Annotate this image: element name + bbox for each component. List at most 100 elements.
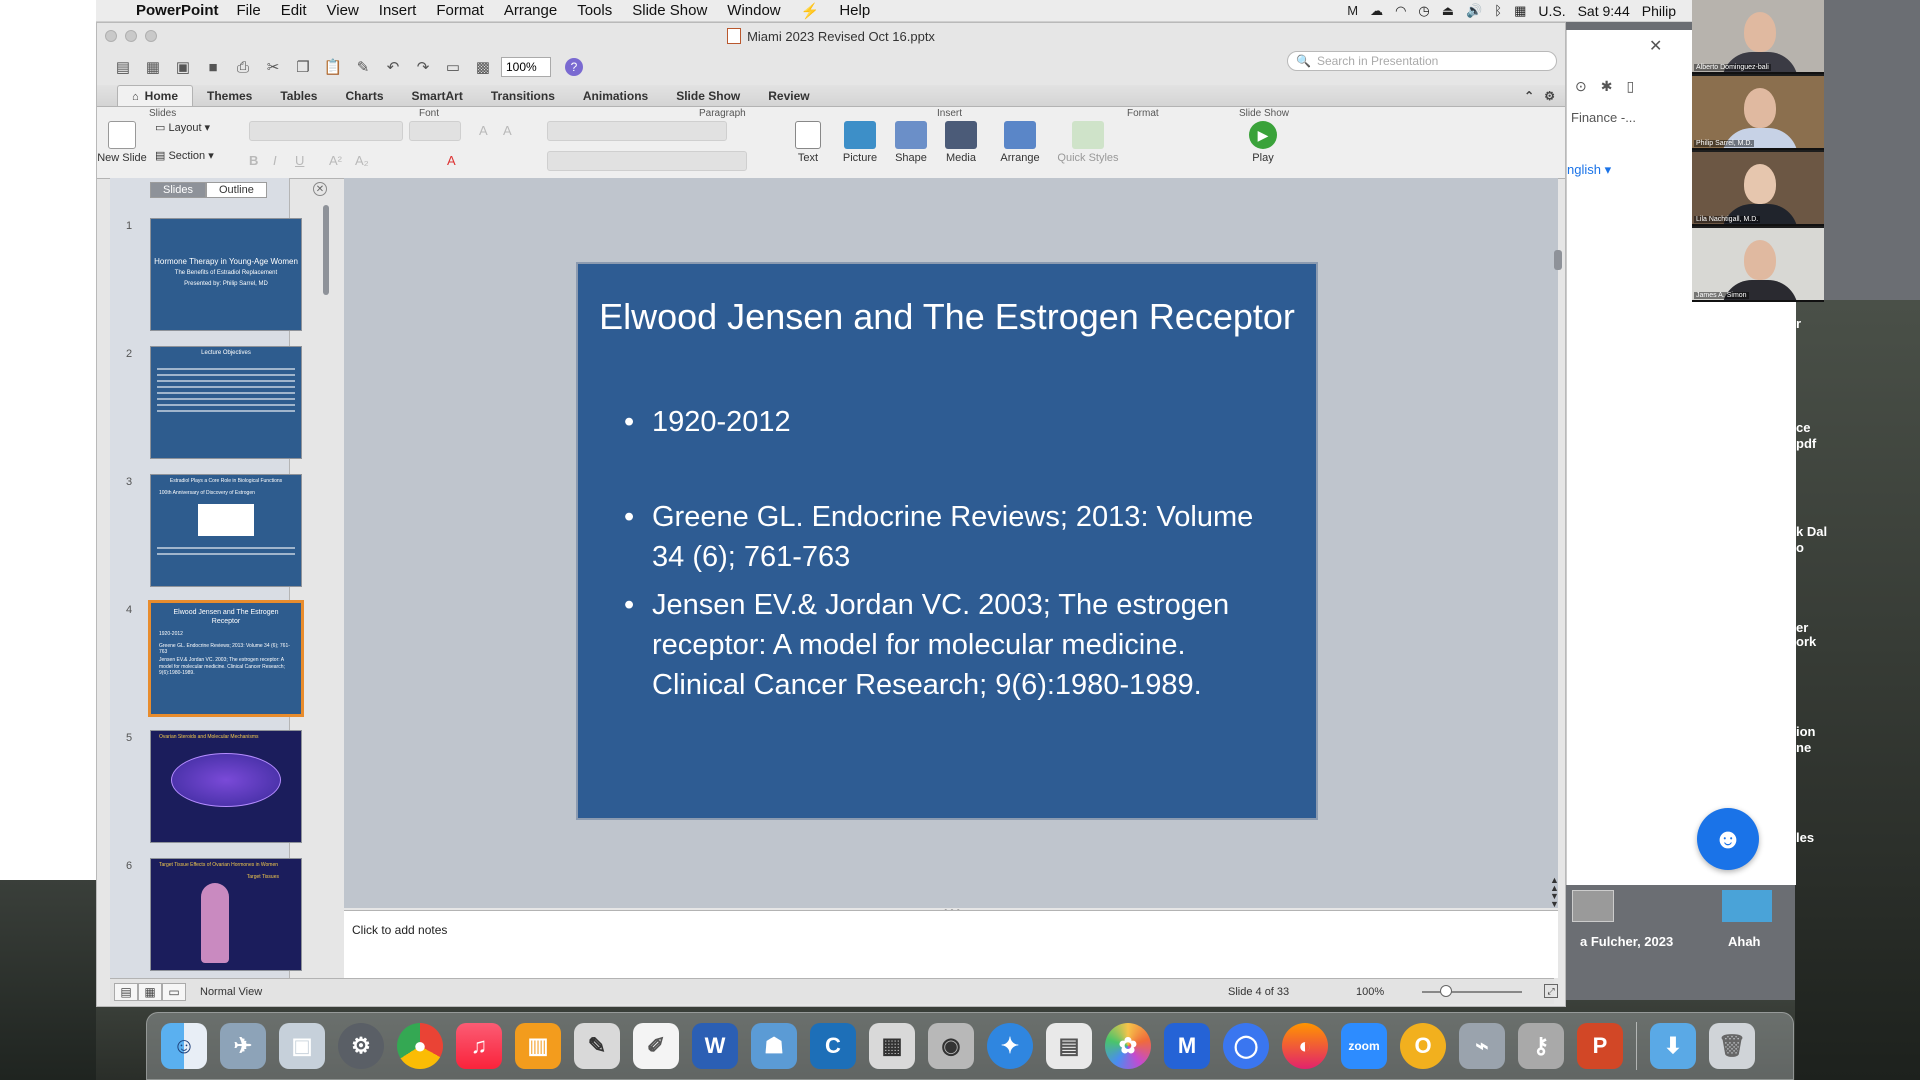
normal-view-icon[interactable]: ▤	[114, 982, 138, 1001]
eject-icon[interactable]: ⏏	[1442, 3, 1454, 19]
app-menu[interactable]: PowerPoint	[136, 2, 219, 19]
font-color-icon[interactable]: A	[447, 153, 456, 168]
menu-format[interactable]: Format	[436, 2, 484, 19]
calendar-preview-icon[interactable]: ▤	[1046, 1023, 1092, 1069]
ribbon-settings-icon[interactable]: ⚙	[1544, 89, 1555, 103]
tab-themes[interactable]: Themes	[193, 86, 266, 106]
finance-bookmark[interactable]: Finance -...	[1571, 110, 1636, 125]
menu-slide-show[interactable]: Slide Show	[632, 2, 707, 19]
alignment-toolbar[interactable]	[547, 151, 747, 171]
downloads-folder-icon[interactable]: ⬇	[1650, 1023, 1696, 1069]
tab-outline[interactable]: Outline	[205, 182, 267, 198]
desktop-file-label[interactable]: a Fulcher, 2023	[1580, 934, 1673, 949]
media-button[interactable]: Media	[939, 121, 983, 164]
templates-icon[interactable]: ▦	[141, 55, 165, 79]
menu-window[interactable]: Window	[727, 2, 780, 19]
tab-charts[interactable]: Charts	[331, 86, 397, 106]
print-icon[interactable]: ⎙	[231, 55, 255, 79]
extensions-icon[interactable]: ✱	[1601, 78, 1613, 95]
network-utility-icon[interactable]: ⌁	[1459, 1023, 1505, 1069]
keychain-icon[interactable]: ⚷	[1518, 1023, 1564, 1069]
slide-thumbnail-4[interactable]: Elwood Jensen and The Estrogen Receptor …	[148, 600, 304, 717]
participant-tile[interactable]: Alberto Dominguez-bali	[1692, 0, 1824, 74]
picture-button[interactable]: Picture	[835, 121, 885, 164]
menu-file[interactable]: File	[237, 2, 261, 19]
powerpoint-icon[interactable]: P	[1577, 1023, 1623, 1069]
assistant-icon[interactable]: ☻	[1697, 808, 1759, 870]
slide-title[interactable]: Elwood Jensen and The Estrogen Receptor	[598, 292, 1296, 342]
books-icon[interactable]: ▥	[515, 1023, 561, 1069]
trash-icon[interactable]: 🗑	[1709, 1023, 1755, 1069]
zoom-window-button[interactable]	[145, 30, 157, 42]
zoom-select[interactable]: 100%	[501, 57, 551, 77]
text-button[interactable]: Text	[787, 121, 829, 164]
participant-tile[interactable]: Lila Nachtigall, M.D.	[1692, 152, 1824, 226]
save-icon[interactable]: ■	[201, 55, 225, 79]
subscript-icon[interactable]: A₂	[355, 153, 369, 168]
slide-thumbnail-5[interactable]: Ovarian Steroids and Molecular Mechanism…	[150, 730, 302, 843]
preview-icon[interactable]: ▣	[279, 1023, 325, 1069]
tab-slides[interactable]: Slides	[150, 182, 206, 198]
word-icon[interactable]: W	[692, 1023, 738, 1069]
fit-to-window-icon[interactable]: ⤢	[1544, 984, 1558, 998]
volume-icon[interactable]: 🔊	[1466, 3, 1482, 19]
current-slide[interactable]: Elwood Jensen and The Estrogen Receptor …	[576, 262, 1318, 820]
slide-thumbnail-6[interactable]: Target Tissue Effects of Ovarian Hormone…	[150, 858, 302, 971]
music-icon[interactable]: ♫	[456, 1023, 502, 1069]
new-slide-button[interactable]: New Slide	[97, 121, 147, 164]
desktop-file-icon[interactable]	[1572, 890, 1614, 922]
sidebar-icon[interactable]: ▯	[1626, 78, 1634, 95]
input-source[interactable]: U.S.	[1538, 3, 1565, 19]
paste-icon[interactable]: 📋	[321, 55, 345, 79]
firefox-icon[interactable]: ◐	[1282, 1023, 1328, 1069]
slide-sorter-icon[interactable]: ▭	[441, 55, 465, 79]
textedit-icon[interactable]: ✐	[633, 1023, 679, 1069]
italic-icon[interactable]: I	[273, 153, 277, 168]
zoom-slider[interactable]	[1422, 991, 1522, 993]
slide-bullet[interactable]: Greene GL. Endocrine Reviews; 2013: Volu…	[622, 497, 1286, 577]
slide-sorter-view-icon[interactable]: ▦	[138, 982, 162, 1001]
slide-thumbnail-2[interactable]: Lecture Objectives	[150, 346, 302, 459]
minimize-window-button[interactable]	[125, 30, 137, 42]
c-app-icon[interactable]: C	[810, 1023, 856, 1069]
menu-arrange[interactable]: Arrange	[504, 2, 557, 19]
zoom-app-icon[interactable]: zoom	[1341, 1023, 1387, 1069]
search-in-presentation[interactable]: 🔍 Search in Presentation	[1287, 51, 1557, 71]
bold-icon[interactable]: B	[249, 153, 258, 168]
sync-status-icon[interactable]: ☁	[1370, 3, 1383, 19]
layout-button[interactable]: ▭ Layout ▾	[155, 121, 210, 134]
cut-icon[interactable]: ✂	[261, 55, 285, 79]
play-button[interactable]: ▶ Play	[1241, 121, 1285, 164]
decrease-font-icon[interactable]: A	[503, 123, 512, 138]
tab-slide-show[interactable]: Slide Show	[662, 86, 754, 106]
slide-bullet[interactable]: Jensen EV.& Jordan VC. 2003; The estroge…	[622, 585, 1286, 705]
shape-button[interactable]: Shape	[889, 121, 933, 164]
zoom-slider-knob[interactable]	[1440, 985, 1452, 997]
participant-tile[interactable]: James A. Simon	[1692, 228, 1824, 302]
tab-smartart[interactable]: SmartArt	[398, 86, 477, 106]
language-select[interactable]: nglish ▾	[1567, 162, 1611, 178]
format-painter-icon[interactable]: ✎	[351, 55, 375, 79]
menu-view[interactable]: View	[327, 2, 359, 19]
time-machine-icon[interactable]: ◷	[1418, 3, 1429, 19]
font-name-select[interactable]	[249, 121, 403, 141]
desktop-folder-icon[interactable]	[1722, 890, 1772, 922]
flag-icon[interactable]: ▦	[1514, 3, 1526, 19]
tab-transitions[interactable]: Transitions	[477, 86, 569, 106]
edit-area-scrollbar[interactable]	[1554, 250, 1562, 270]
notes-pane[interactable]: Click to add notes	[344, 910, 1558, 978]
location-icon[interactable]: ⊙	[1575, 78, 1587, 95]
o-app-icon[interactable]: O	[1400, 1023, 1446, 1069]
close-window-button[interactable]	[105, 30, 117, 42]
launchpad-icon[interactable]: ✈	[220, 1023, 266, 1069]
arrange-button[interactable]: Arrange	[995, 121, 1045, 164]
tab-home[interactable]: ⌂ Home	[117, 85, 193, 106]
finder-icon[interactable]: ☺	[161, 1023, 207, 1069]
close-pane-icon[interactable]: ✕	[313, 182, 327, 196]
section-button[interactable]: ▤ Section ▾	[155, 149, 214, 162]
gmail-status-icon[interactable]: M	[1347, 3, 1358, 18]
copy-icon[interactable]: ❐	[291, 55, 315, 79]
chrome-icon[interactable]: ●	[397, 1023, 443, 1069]
menu-help[interactable]: Help	[839, 2, 870, 19]
photos-icon[interactable]: ✿	[1105, 1023, 1151, 1069]
